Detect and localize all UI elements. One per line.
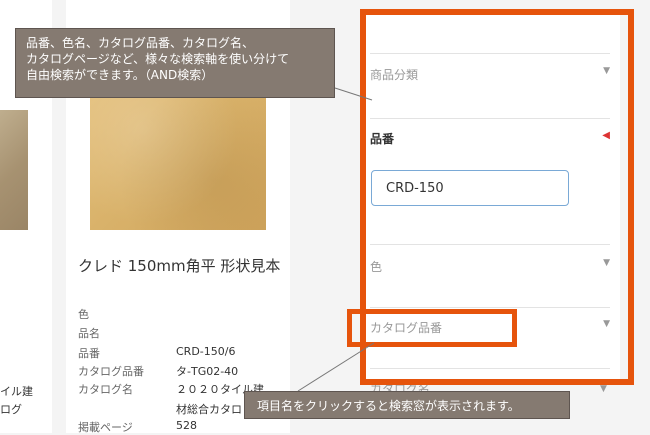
annotation-callout: 項目名をクリックすると検索窓が表示されます。	[244, 391, 570, 419]
callout-line: 自由検索ができます。（AND検索）	[26, 68, 214, 82]
callout-line: 品番、色名、カタログ品番、カタログ名、	[26, 36, 255, 50]
annotation-callout: 品番、色名、カタログ品番、カタログ名、 カタログページなど、様々な検索軸を使い分…	[15, 28, 335, 98]
callout-line: カタログページなど、様々な検索軸を使い分けて	[26, 52, 290, 66]
